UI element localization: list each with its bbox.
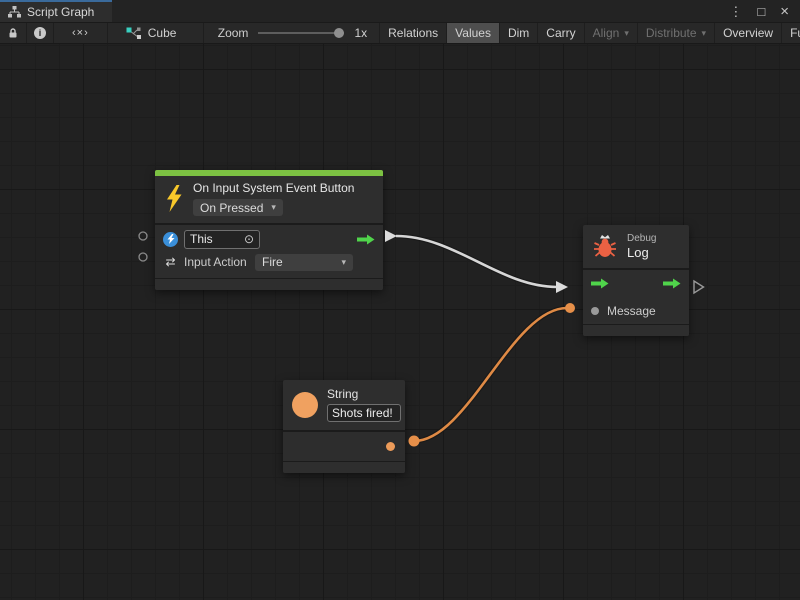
values-button[interactable]: Values [447, 23, 500, 43]
input-action-dropdown[interactable]: Fire ▾ [255, 254, 353, 271]
graph-owner-label: Cube [148, 26, 177, 40]
object-picker-icon[interactable]: ⊙ [244, 232, 254, 246]
relations-button[interactable]: Relations [380, 23, 447, 43]
gameobject-target-icon [163, 232, 178, 247]
lock-button[interactable] [0, 23, 27, 43]
lightning-bolt-icon [165, 185, 183, 212]
value-wire [414, 308, 567, 441]
node-debug-log[interactable]: Debug Log Message [583, 225, 689, 336]
event-node-title: On Input System Event Button [193, 181, 354, 195]
zoom-slider-handle[interactable] [334, 28, 344, 38]
bug-icon [592, 234, 618, 259]
zoom-slider-track [258, 32, 344, 34]
lock-icon [7, 27, 19, 39]
message-port-row: Message [583, 300, 689, 322]
flow-input-port[interactable] [591, 276, 609, 294]
debug-node-header: Debug Log [583, 225, 689, 268]
values-label: Values [455, 26, 491, 40]
node-footer [583, 324, 689, 336]
string-type-icon [292, 392, 318, 418]
node-on-input-system-event-button[interactable]: On Input System Event Button On Pressed … [155, 170, 383, 290]
on-pressed-dropdown[interactable]: On Pressed ▾ [193, 199, 283, 216]
distribute-button[interactable]: Distribute ▾ [638, 23, 715, 43]
align-label: Align [593, 26, 620, 40]
relations-label: Relations [388, 26, 438, 40]
zoom-slider[interactable] [258, 27, 344, 39]
node-footer [283, 461, 405, 473]
maximize-icon[interactable]: □ [757, 5, 765, 18]
tab-title: Script Graph [27, 5, 94, 19]
window-controls: ⋮ □ × [729, 0, 800, 22]
message-input-port[interactable] [591, 307, 599, 315]
code-view-button[interactable]: ‹×› [54, 23, 108, 43]
event-node-body: This ⊙ ⇄ Input Action Fire ▾ [155, 225, 383, 278]
debug-node-category: Debug [627, 233, 656, 244]
input-action-value: Fire [262, 255, 283, 269]
string-node-header: String [283, 380, 405, 430]
node-footer [155, 278, 383, 290]
value-wire-end-dot[interactable] [565, 303, 575, 313]
this-field-value: This [190, 232, 213, 246]
caret-down-icon: ▾ [624, 28, 629, 39]
fullscreen-button[interactable]: Full Screen [782, 23, 800, 43]
script-graph-window: Script Graph ⋮ □ × i ‹×› [0, 0, 800, 600]
graph-owner-button[interactable]: Cube [108, 23, 204, 43]
flow-wire-shadow [396, 236, 557, 287]
flow-output-port[interactable] [663, 276, 681, 294]
align-button[interactable]: Align ▾ [585, 23, 638, 43]
debug-flow-row [583, 270, 689, 300]
event-trigger-port[interactable] [139, 253, 147, 261]
graph-toolbar: i ‹×› Cube Zoom 1x Relations Values Dim … [0, 22, 800, 44]
string-value-input[interactable] [327, 404, 401, 422]
value-wire-start-dot[interactable] [409, 436, 420, 447]
flow-wire-end-arrow[interactable] [556, 281, 568, 293]
zoom-control: Zoom 1x [204, 23, 380, 43]
node-string-literal[interactable]: String [283, 380, 405, 473]
distribute-label: Distribute [646, 26, 697, 40]
menu-kebab-icon[interactable]: ⋮ [729, 5, 742, 18]
input-action-label: Input Action [184, 255, 247, 269]
debug-flow-out-port[interactable] [694, 281, 704, 293]
graph-canvas[interactable]: On Input System Event Button On Pressed … [0, 44, 800, 600]
dim-label: Dim [508, 26, 529, 40]
zoom-label: Zoom [218, 26, 249, 40]
close-icon[interactable]: × [780, 4, 789, 19]
carry-label: Carry [546, 26, 575, 40]
zoom-value: 1x [354, 26, 367, 40]
overview-button[interactable]: Overview [715, 23, 782, 43]
debug-node-title: Log [627, 245, 656, 260]
dim-button[interactable]: Dim [500, 23, 538, 43]
carry-button[interactable]: Carry [538, 23, 584, 43]
inspector-button[interactable]: i [27, 23, 54, 43]
flow-wire-start-arrow[interactable] [385, 230, 397, 242]
event-node-header: On Input System Event Button On Pressed … [155, 176, 383, 223]
tab-script-graph[interactable]: Script Graph [0, 0, 112, 22]
flow-wire [396, 236, 557, 287]
message-label: Message [607, 304, 656, 318]
input-action-icon: ⇄ [163, 255, 178, 269]
graph-tab-icon [8, 6, 21, 18]
caret-down-icon: ▾ [702, 28, 707, 39]
title-bar: Script Graph ⋮ □ × [0, 0, 800, 22]
graph-owner-icon [126, 27, 142, 40]
string-output-port[interactable] [386, 442, 395, 451]
input-action-row: ⇄ Input Action Fire ▾ [163, 253, 375, 272]
on-pressed-value: On Pressed [200, 201, 263, 215]
string-output-row [283, 432, 405, 461]
info-icon: i [34, 27, 46, 39]
caret-down-icon: ▾ [341, 257, 346, 268]
caret-down-icon: ▾ [271, 202, 276, 213]
flow-output-port[interactable] [357, 234, 375, 245]
this-port-row: This ⊙ [163, 230, 375, 249]
code-icon: ‹×› [72, 27, 89, 39]
string-node-title: String [327, 387, 401, 401]
overview-label: Overview [723, 26, 773, 40]
event-trigger-port[interactable] [139, 232, 147, 240]
this-field[interactable]: This ⊙ [184, 230, 260, 249]
fullscreen-label: Full Screen [790, 26, 800, 40]
value-wire-shadow [414, 308, 567, 441]
